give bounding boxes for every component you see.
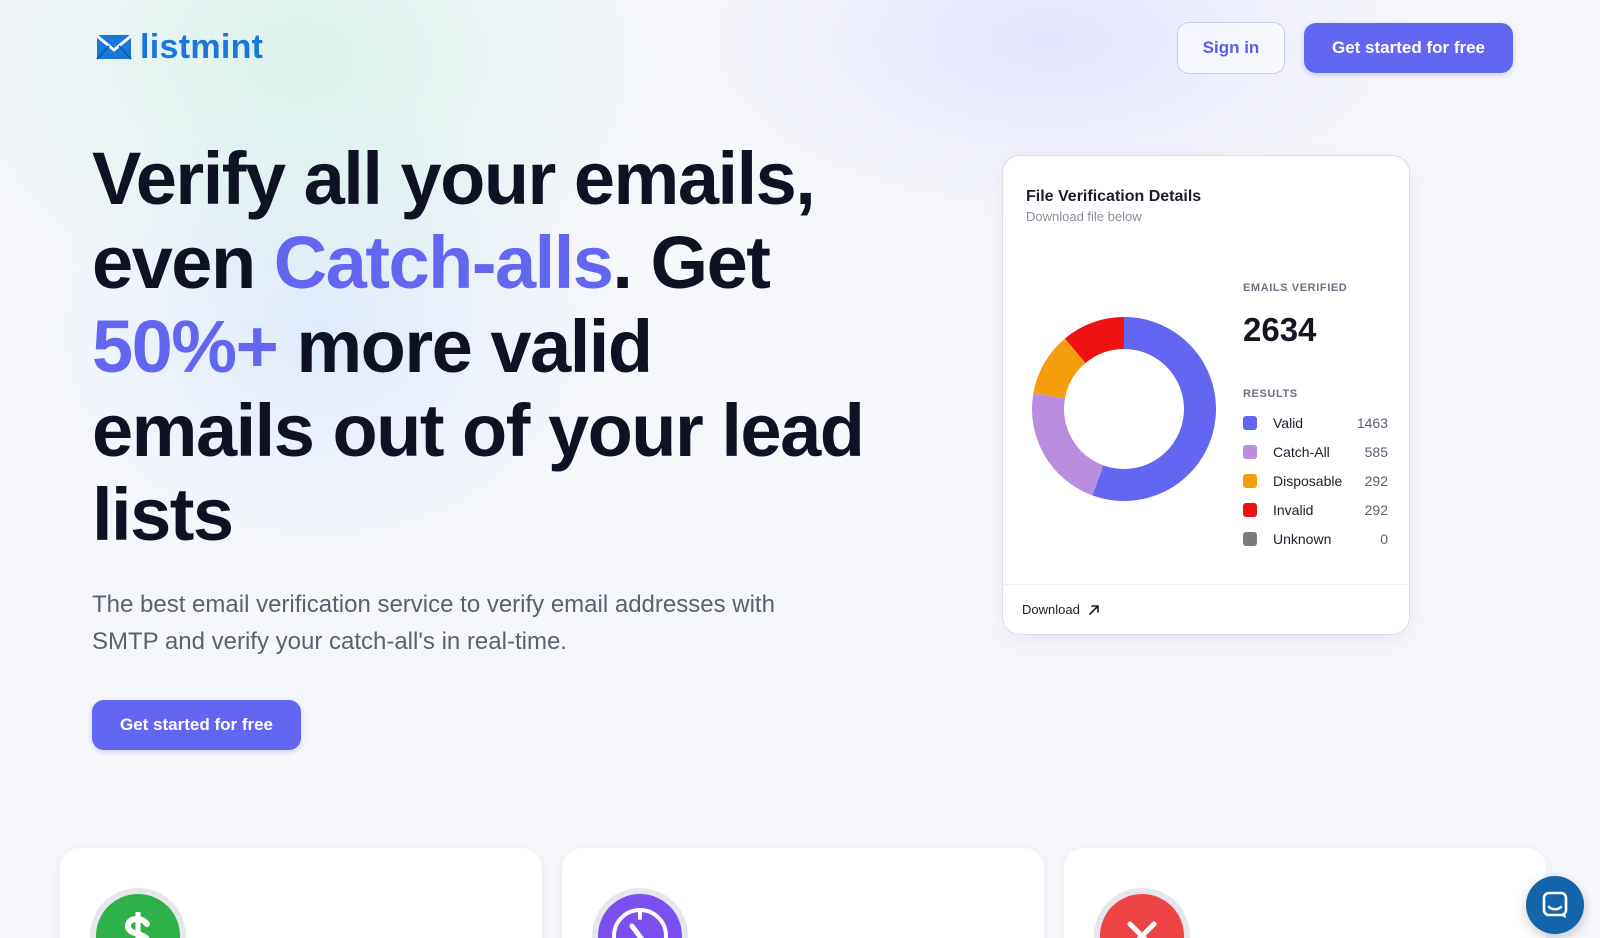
download-label: Download — [1022, 602, 1080, 617]
card-title: File Verification Details — [1026, 188, 1202, 205]
legend-swatch-unknown — [1243, 531, 1257, 546]
legend-label-invalid: Invalid — [1273, 501, 1314, 518]
feature-icon-ring — [1094, 888, 1190, 938]
chat-launcher-button[interactable] — [1526, 876, 1584, 934]
legend-label-disposable: Disposable — [1273, 472, 1343, 489]
feature-card-accuracy — [1064, 848, 1546, 938]
clock-icon — [598, 894, 682, 938]
x-icon — [1100, 894, 1184, 938]
dollar-icon — [96, 894, 180, 938]
donut-slice-catch-all — [1032, 392, 1104, 496]
hero-title-accent-percent: 50%+ — [92, 305, 279, 388]
legend-count-valid: 1463 — [1356, 414, 1388, 431]
download-link[interactable]: Download — [1022, 602, 1100, 617]
hero-title-accent-catchalls: Catch-alls — [273, 221, 614, 304]
feature-icon-ring — [592, 888, 688, 938]
hero-subtitle: The best email verification service to v… — [92, 591, 775, 655]
legend-label-catch-all: Catch-All — [1273, 443, 1330, 460]
card-subtitle: Download file below — [1026, 209, 1142, 224]
legend-label-unknown: Unknown — [1273, 530, 1332, 547]
envelope-icon — [96, 34, 132, 60]
header-get-started-button[interactable]: Get started for free — [1304, 23, 1513, 73]
hero-title: Verify all your emails, even Catch-alls.… — [92, 137, 872, 557]
legend-label-valid: Valid — [1273, 414, 1304, 431]
legend-swatch-disposable — [1243, 473, 1257, 488]
emails-verified-label: EMAILS VERIFIED — [1243, 282, 1348, 294]
legend-row-unknown: Unknown 0 — [1243, 524, 1388, 553]
legend-row-disposable: Disposable 292 — [1243, 466, 1388, 495]
legend-swatch-invalid — [1243, 502, 1257, 517]
logo-text: listmint — [140, 28, 264, 66]
feature-card-speed — [562, 848, 1044, 938]
results-label: RESULTS — [1243, 388, 1298, 400]
arrow-up-right-icon — [1089, 604, 1099, 615]
legend-row-catch-all: Catch-All 585 — [1243, 437, 1388, 466]
hero-get-started-button[interactable]: Get started for free — [92, 700, 301, 750]
file-verification-card: File Verification Details Download file … — [1002, 155, 1410, 635]
legend-row-invalid: Invalid 292 — [1243, 495, 1388, 524]
feature-icon-ring — [90, 888, 186, 938]
legend-swatch-catch-all — [1243, 444, 1257, 459]
legend-count-catch-all: 585 — [1364, 443, 1388, 460]
sign-in-button[interactable]: Sign in — [1177, 22, 1285, 74]
legend-row-valid: Valid 1463 — [1243, 408, 1388, 437]
feature-card-pricing — [60, 848, 542, 938]
results-donut-chart — [1032, 317, 1216, 501]
card-divider — [1003, 584, 1409, 585]
hero-title-part2: . Get — [612, 221, 770, 304]
logo[interactable]: listmint — [96, 30, 263, 64]
results-legend: Valid 1463 Catch-All 585 Disposable 292 Invali… — [1243, 408, 1388, 553]
legend-count-unknown: 0 — [1380, 530, 1388, 547]
page: listmint Sign in Get started for free Ve… — [0, 0, 1600, 938]
emails-verified-value: 2634 — [1243, 311, 1317, 348]
legend-count-invalid: 292 — [1364, 501, 1388, 518]
legend-count-disposable: 292 — [1364, 472, 1388, 489]
legend-swatch-valid — [1243, 415, 1257, 430]
chat-icon — [1542, 891, 1568, 918]
